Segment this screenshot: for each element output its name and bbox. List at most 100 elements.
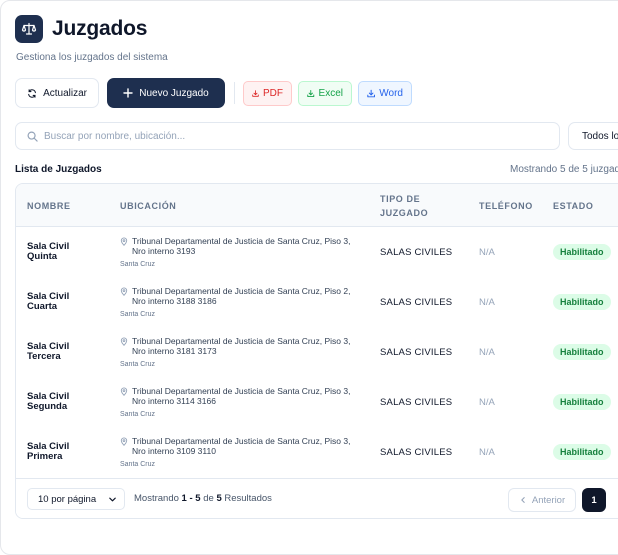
status-badge: Habilitado (553, 394, 611, 410)
row-location-line2: Nro interno 3188 3186 (132, 296, 217, 306)
app-frame: Juzgados Gestiona los juzgados del siste… (0, 0, 618, 555)
row-location-address: Tribunal Departamental de Justicia de Sa… (120, 336, 370, 356)
export-word-button[interactable]: Word (358, 80, 412, 106)
row-name: Sala Civil Cuarta (27, 292, 97, 312)
results-total: 5 (216, 493, 222, 504)
results-range-start: 1 (181, 493, 187, 504)
previous-page-button[interactable]: Anterior (508, 488, 576, 512)
word-label: Word (379, 87, 403, 99)
row-name-line2: Segunda (27, 401, 68, 412)
per-page-select[interactable]: 10 por página (27, 488, 125, 510)
row-name-line2: Cuarta (27, 301, 58, 312)
row-location-line1: Tribunal Departamental de Justicia de Sa… (132, 436, 351, 446)
table-row[interactable]: Sala Civil Quinta Tribunal Departamental… (16, 227, 618, 277)
status-filter-select[interactable]: Todos lo (568, 122, 618, 150)
row-location-text: Tribunal Departamental de Justicia de Sa… (132, 386, 350, 406)
row-city: Santa Cruz (120, 361, 156, 368)
row-location-line2: Nro interno 3181 3173 (132, 346, 217, 356)
row-location-line1: Tribunal Departamental de Justicia de Sa… (132, 286, 351, 296)
refresh-icon (28, 88, 36, 98)
column-header-tipo[interactable]: TIPO DE JUZGADO (380, 192, 428, 220)
export-pdf-button[interactable]: PDF (243, 80, 292, 106)
table-row[interactable]: Sala Civil Cuarta Tribunal Departamental… (16, 277, 618, 327)
row-telefono: N/A (479, 297, 495, 308)
column-header-telefono[interactable]: TELÉFONO (479, 199, 533, 213)
row-location-text: Tribunal Departamental de Justicia de Sa… (132, 286, 350, 306)
results-summary: Mostrando 1 - 5 de 5 Resultados (134, 493, 272, 504)
download-icon (367, 89, 375, 97)
results-range-sep: - (189, 493, 193, 504)
chevron-left-icon (521, 497, 525, 503)
page-subtitle: Gestiona los juzgados del sistema (16, 52, 168, 63)
row-location: Tribunal Departamental de Justicia de Sa… (120, 236, 370, 268)
refresh-label: Actualizar (43, 87, 87, 99)
status-badge: Habilitado (553, 444, 611, 460)
new-juzgado-button[interactable]: Nuevo Juzgado (107, 78, 225, 108)
table-row[interactable]: Sala Civil Primera Tribunal Departamenta… (16, 427, 618, 477)
pdf-label: PDF (263, 87, 283, 99)
row-tipo: SALAS CIVILES (380, 397, 453, 408)
search-input[interactable] (44, 130, 524, 142)
export-excel-button[interactable]: Excel (298, 80, 352, 106)
table-row[interactable]: Sala Civil Segunda Tribunal Departamenta… (16, 377, 618, 427)
column-header-tipo-line1: TIPO DE (380, 194, 421, 204)
row-location-text: Tribunal Departamental de Justicia de Sa… (132, 336, 350, 356)
plus-icon (123, 88, 133, 98)
list-title: Lista de Juzgados (15, 164, 102, 175)
row-telefono: N/A (479, 347, 495, 358)
row-city: Santa Cruz (120, 261, 156, 268)
row-location-address: Tribunal Departamental de Justicia de Sa… (120, 236, 370, 256)
results-range-end: 5 (195, 493, 201, 504)
page-title: Juzgados (52, 17, 148, 40)
map-pin-icon (120, 237, 128, 246)
row-location-line1: Tribunal Departamental de Justicia de Sa… (132, 236, 351, 246)
row-location: Tribunal Departamental de Justicia de Sa… (120, 286, 370, 318)
table-header: NOMBRE UBICACIÓN TIPO DE JUZGADO TELÉFON… (16, 184, 618, 227)
row-tipo: SALAS CIVILES (380, 347, 453, 358)
row-name-line2: Quinta (27, 251, 58, 262)
map-pin-icon (120, 437, 128, 446)
map-pin-icon (120, 287, 128, 296)
row-name-line2: Tercera (27, 351, 61, 362)
row-location: Tribunal Departamental de Justicia de Sa… (120, 336, 370, 368)
row-location: Tribunal Departamental de Justicia de Sa… (120, 436, 370, 468)
row-location-address: Tribunal Departamental de Justicia de Sa… (120, 436, 370, 456)
row-name: Sala Civil Quinta (27, 242, 97, 262)
row-location-line2: Nro interno 3114 3166 (132, 396, 216, 406)
map-pin-icon (120, 387, 128, 396)
row-location-address: Tribunal Departamental de Justicia de Sa… (120, 386, 370, 406)
column-header-nombre[interactable]: NOMBRE (27, 199, 71, 213)
column-header-ubicacion[interactable]: UBICACIÓN (120, 199, 176, 213)
results-prefix: Mostrando (134, 493, 179, 504)
search-box[interactable] (15, 122, 560, 150)
row-location-text: Tribunal Departamental de Justicia de Sa… (132, 236, 350, 256)
row-name: Sala Civil Primera (27, 442, 97, 462)
row-city: Santa Cruz (120, 411, 156, 418)
row-city: Santa Cruz (120, 461, 156, 468)
status-badge: Habilitado (553, 344, 611, 360)
chevron-down-icon (109, 497, 116, 502)
results-of: de (203, 493, 214, 504)
search-icon (27, 131, 38, 142)
status-badge: Habilitado (553, 294, 611, 310)
download-icon (252, 89, 259, 97)
refresh-button[interactable]: Actualizar (15, 78, 99, 108)
download-icon (307, 89, 315, 97)
results-word: Resultados (224, 493, 272, 504)
page-button-current[interactable]: 1 (582, 488, 606, 512)
row-name: Sala Civil Segunda (27, 392, 97, 412)
row-tipo: SALAS CIVILES (380, 447, 453, 458)
showing-count: Mostrando 5 de 5 juzgad (510, 164, 618, 175)
row-city: Santa Cruz (120, 311, 156, 318)
table-row[interactable]: Sala Civil Tercera Tribunal Departamenta… (16, 327, 618, 377)
row-location-address: Tribunal Departamental de Justicia de Sa… (120, 286, 370, 306)
scales-icon (15, 15, 43, 43)
row-telefono: N/A (479, 447, 495, 458)
new-juzgado-label: Nuevo Juzgado (139, 87, 209, 99)
row-location: Tribunal Departamental de Justicia de Sa… (120, 386, 370, 418)
row-telefono: N/A (479, 397, 495, 408)
map-pin-icon (120, 337, 128, 346)
column-header-estado[interactable]: ESTADO (553, 199, 593, 213)
row-name: Sala Civil Tercera (27, 342, 97, 362)
column-header-tipo-line2: JUZGADO (380, 208, 429, 218)
